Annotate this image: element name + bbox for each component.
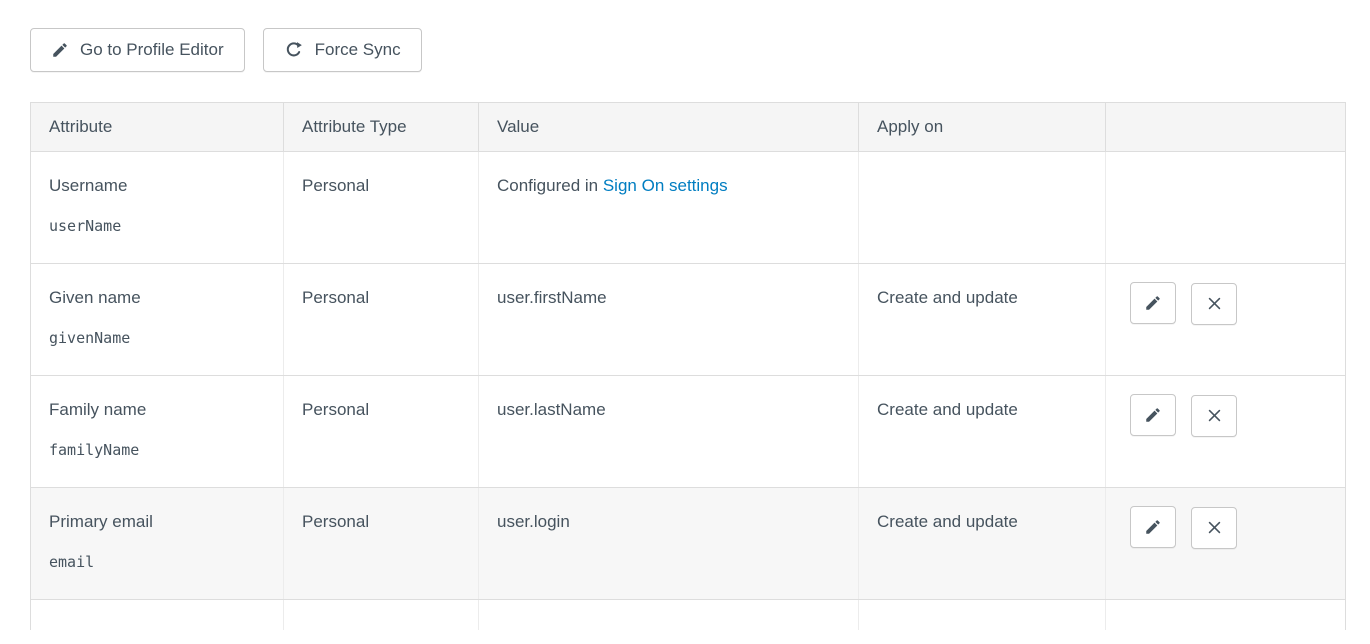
attribute-type: Personal: [284, 488, 479, 600]
go-to-profile-editor-button[interactable]: Go to Profile Editor: [30, 28, 245, 72]
value-text: Configured in: [497, 176, 603, 195]
table-row: Family name familyName Personal user.lastNa…: [31, 376, 1346, 488]
value-text: user.firstName: [497, 288, 607, 307]
value-text: user.lastName: [497, 400, 606, 419]
delete-attribute-button[interactable]: [1191, 507, 1237, 549]
apply-on: [859, 152, 1106, 264]
apply-on: Create and update: [859, 376, 1106, 488]
attribute-type: Personal: [284, 264, 479, 376]
column-header-attribute: Attribute: [31, 103, 284, 152]
pencil-icon: [1144, 294, 1162, 312]
table-row: Given name givenName Personal user.firstNam…: [31, 264, 1346, 376]
value-text: user.login: [497, 512, 570, 531]
delete-attribute-button[interactable]: [1191, 283, 1237, 325]
edit-attribute-button[interactable]: [1130, 506, 1176, 548]
force-sync-button[interactable]: Force Sync: [263, 28, 422, 72]
pencil-icon: [1144, 406, 1162, 424]
close-icon: [1206, 407, 1223, 424]
force-sync-label: Force Sync: [315, 40, 401, 60]
apply-on: Create and update: [859, 488, 1106, 600]
toolbar: Go to Profile Editor Force Sync: [30, 28, 1345, 72]
edit-attribute-button[interactable]: [1130, 282, 1176, 324]
close-icon: [1206, 295, 1223, 312]
pencil-icon: [1144, 518, 1162, 536]
table-row: Primary email email Personal user.login Crea…: [31, 488, 1346, 600]
attribute-variable: email: [49, 553, 265, 571]
column-header-apply-on: Apply on: [859, 103, 1106, 152]
attribute-variable: givenName: [49, 329, 265, 347]
delete-attribute-button[interactable]: [1191, 395, 1237, 437]
table-header: Attribute Attribute Type Value Apply on: [31, 103, 1346, 152]
table-row-partial: [31, 600, 1346, 631]
attribute-variable: userName: [49, 217, 265, 235]
refresh-icon: [284, 40, 304, 60]
table-header-row: Attribute Attribute Type Value Apply on: [31, 103, 1346, 152]
attribute-type: Personal: [284, 376, 479, 488]
pencil-icon: [51, 41, 69, 59]
attribute-mappings-page: Go to Profile Editor Force Sync Attribut…: [0, 0, 1370, 630]
column-header-attribute-type: Attribute Type: [284, 103, 479, 152]
sign-on-settings-link[interactable]: Sign On settings: [603, 176, 728, 195]
column-header-actions: [1106, 103, 1346, 152]
attribute-mappings-table: Attribute Attribute Type Value Apply on …: [30, 102, 1346, 630]
column-header-value: Value: [479, 103, 859, 152]
attribute-label: Primary email: [49, 512, 265, 532]
go-to-profile-editor-label: Go to Profile Editor: [80, 40, 224, 60]
attribute-variable: familyName: [49, 441, 265, 459]
table-row: Username userName Personal Configured in Si…: [31, 152, 1346, 264]
table-body: Username userName Personal Configured in Si…: [31, 152, 1346, 631]
attribute-label: Given name: [49, 288, 265, 308]
attribute-type: Personal: [284, 152, 479, 264]
edit-attribute-button[interactable]: [1130, 394, 1176, 436]
attribute-label: Username: [49, 176, 265, 196]
attribute-label: Family name: [49, 400, 265, 420]
apply-on: Create and update: [859, 264, 1106, 376]
close-icon: [1206, 519, 1223, 536]
